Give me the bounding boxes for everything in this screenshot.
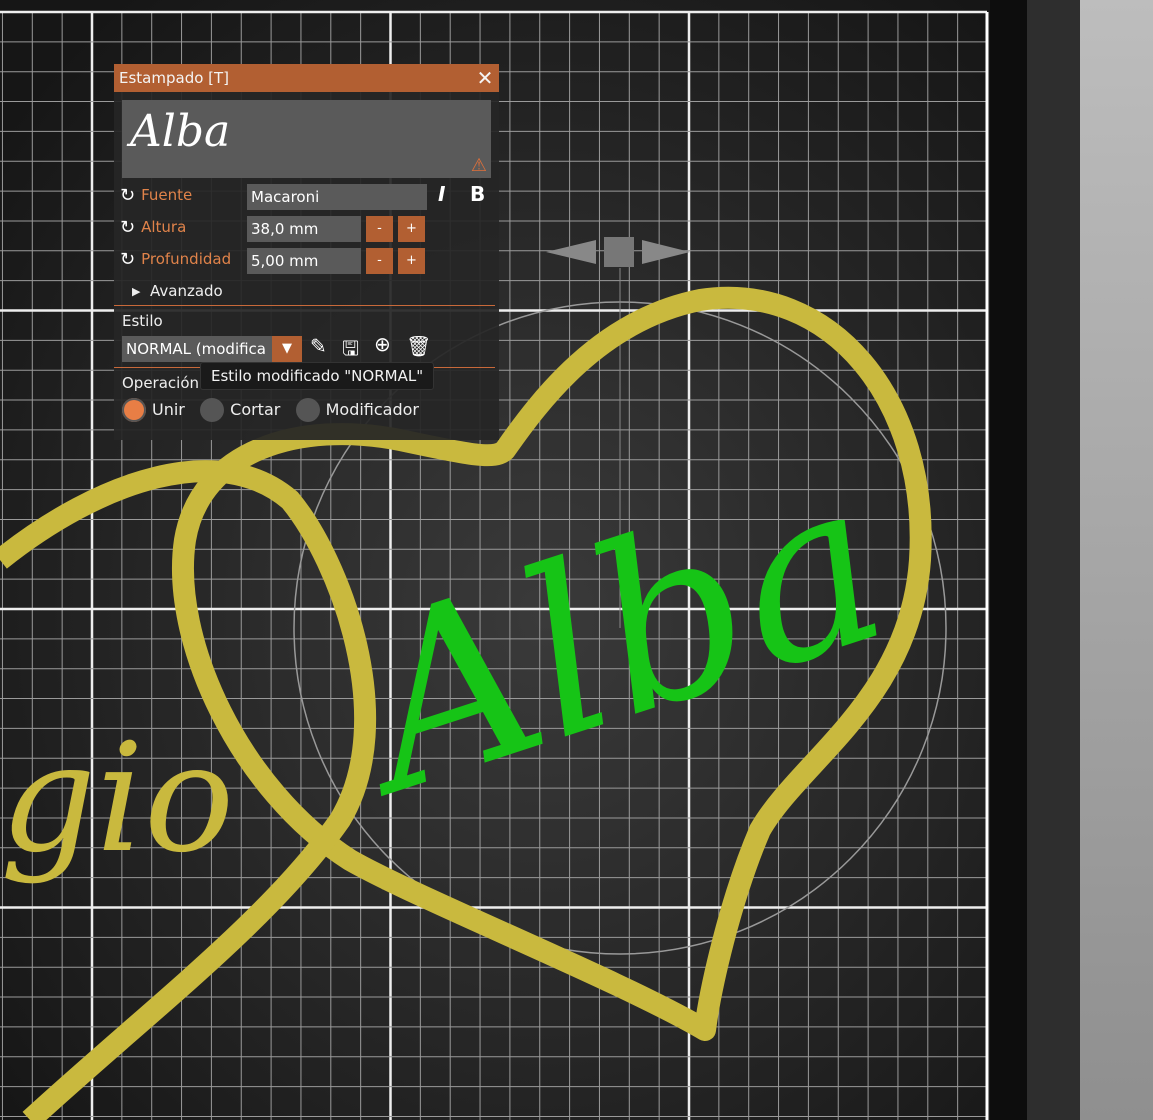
preview-text: Alba bbox=[130, 106, 231, 157]
triangle-right-icon: ▶ bbox=[132, 284, 141, 298]
radio-cortar[interactable]: Cortar bbox=[200, 398, 281, 422]
reset-icon[interactable]: ↻ bbox=[120, 185, 135, 206]
viewport-edge bbox=[990, 0, 1027, 1120]
delete-style-icon[interactable]: 🗑 bbox=[406, 334, 431, 358]
advanced-toggle[interactable]: ▶ Avanzado bbox=[132, 278, 223, 304]
height-label: Altura bbox=[141, 218, 187, 236]
height-increase-button[interactable]: + bbox=[398, 216, 425, 242]
advanced-label: Avanzado bbox=[150, 282, 223, 300]
style-value: NORMAL (modifica bbox=[126, 340, 266, 358]
bold-icon[interactable]: B bbox=[470, 182, 485, 206]
text-preview[interactable]: Alba ⚠ bbox=[122, 100, 491, 178]
radio-unir[interactable]: Unir bbox=[122, 398, 185, 422]
radio-label: Modificador bbox=[325, 399, 420, 419]
font-label: Fuente bbox=[141, 186, 193, 204]
depth-label: Profundidad bbox=[141, 250, 232, 268]
side-panel bbox=[1027, 0, 1080, 1120]
reset-icon[interactable]: ↻ bbox=[120, 217, 135, 238]
italic-icon[interactable]: I bbox=[438, 182, 445, 206]
dialog-titlebar[interactable]: Estampado [T] ✕ bbox=[114, 64, 499, 92]
radio-label: Cortar bbox=[230, 399, 281, 419]
chevron-down-icon[interactable]: ▼ bbox=[272, 336, 302, 362]
rename-style-icon[interactable]: ✎ bbox=[310, 334, 327, 358]
depth-increase-button[interactable]: + bbox=[398, 248, 425, 274]
yellow-text-model[interactable]: gio bbox=[0, 712, 234, 886]
depth-decrease-button[interactable]: - bbox=[366, 248, 393, 274]
close-icon[interactable]: ✕ bbox=[471, 66, 499, 90]
add-style-icon[interactable]: ⊕ bbox=[374, 332, 391, 356]
warning-icon: ⚠ bbox=[470, 155, 487, 176]
radio-modificador[interactable]: Modificador bbox=[295, 398, 420, 422]
height-input[interactable]: 38,0 mm bbox=[247, 216, 361, 242]
style-tooltip: Estilo modificado "NORMAL" bbox=[200, 362, 435, 390]
divider bbox=[114, 305, 495, 306]
side-panel-light bbox=[1080, 0, 1153, 1120]
font-select[interactable]: Macaroni bbox=[247, 184, 427, 210]
depth-input[interactable]: 5,00 mm bbox=[247, 248, 361, 274]
height-decrease-button[interactable]: - bbox=[366, 216, 393, 242]
dialog-title: Estampado [T] bbox=[119, 69, 230, 87]
reset-icon[interactable]: ↻ bbox=[120, 249, 135, 270]
radio-label: Unir bbox=[152, 399, 185, 419]
style-label: Estilo bbox=[122, 312, 163, 330]
operation-label: Operación bbox=[122, 374, 200, 392]
